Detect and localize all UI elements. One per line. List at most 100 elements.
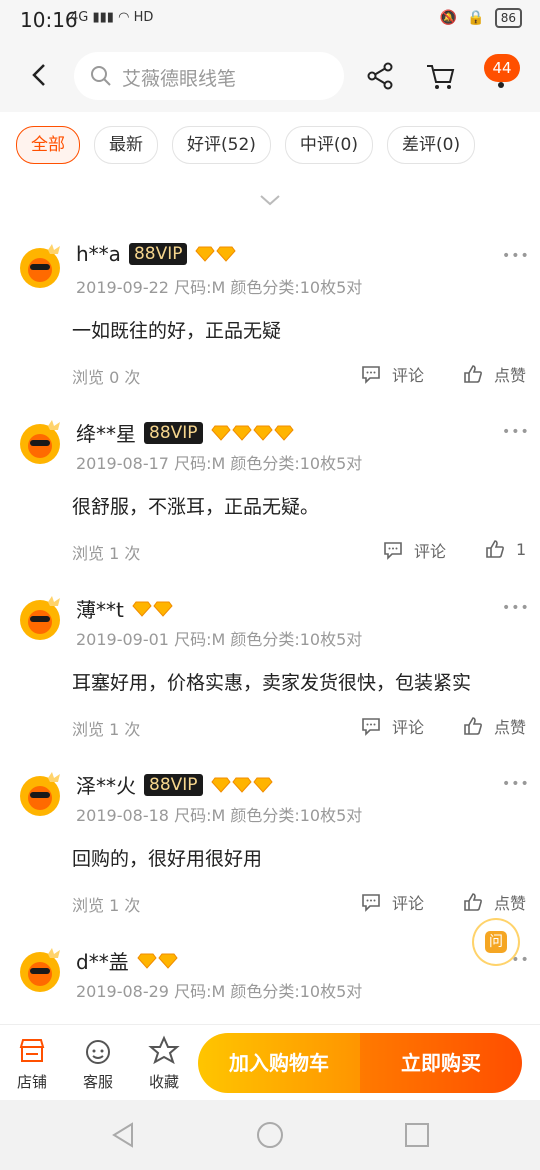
diamond-icon [252,777,273,793]
lock-icon: 🔒 [467,10,485,26]
shop-button[interactable]: 店铺 [2,1035,62,1092]
reviewer-name: 薄**t [76,598,124,622]
reputation-diamonds [132,601,173,617]
reviewer-name-row: 泽**火 88VIP [76,770,273,799]
comment-icon [362,366,380,384]
cart-icon[interactable] [422,58,458,94]
comment-button[interactable]: 评论 [382,538,446,562]
signal-icon: ▮▮▮ [92,10,114,25]
thumbs-up-icon [464,893,482,911]
reviewer-name: 泽**火 [76,774,136,798]
avatar-icon[interactable] [18,418,66,466]
comment-button[interactable]: 评论 [360,890,424,914]
comment-icon [362,894,380,912]
diamond-icon [252,425,273,441]
nav-back-icon[interactable] [108,1120,138,1150]
chevron-down-icon[interactable] [258,192,282,208]
comment-icon [384,542,402,560]
nav-recents-icon[interactable] [402,1120,432,1150]
star-icon [148,1035,180,1065]
search-box[interactable]: 艾薇德眼线笔 [74,52,344,100]
network-type: 4G [70,10,89,25]
buy-now-button[interactable]: 立即购买 [360,1033,522,1093]
more-options-icon[interactable]: ••• [502,600,530,616]
review-item: 绛**星 88VIP ••• 2019-08-17 尺码:M 颜色分类:10枚5对很舒… [0,406,540,582]
diamond-icon [137,953,157,969]
comment-label: 评论 [392,718,425,737]
reputation-diamonds [137,953,178,969]
tab-latest[interactable]: 最新 [94,126,158,164]
like-label: 点赞 [494,894,527,913]
back-icon[interactable] [24,60,54,90]
vip-badge: 88VIP [144,773,203,796]
ask-icon: 问 [485,931,507,953]
view-count: 浏览 1 次 [72,720,141,739]
diamond-icon [210,777,231,793]
view-count: 浏览 1 次 [72,544,141,563]
vip-badge: 88VIP [144,421,203,444]
battery-icon: 86 [494,8,522,28]
reviewer-name-row: d**盖 [76,946,178,975]
status-time: 10:16 [20,8,78,32]
review-content: 回购的，很好用很好用 [72,848,263,870]
favorite-label: 收藏 [148,1073,179,1091]
reputation-diamonds [195,246,237,262]
bottom-action-bar: 店铺 客服 收藏 加入购物车 立即购买 [0,1024,540,1101]
tab-negative[interactable]: 差评(0) [387,126,476,164]
avatar-icon[interactable] [18,594,66,642]
diamond-icon [216,246,237,262]
more-options-icon[interactable]: ••• [502,776,530,792]
like-label: 点赞 [494,718,527,737]
diamond-icon [231,425,252,441]
share-icon[interactable] [362,58,398,94]
more-options-icon[interactable]: ••• [502,424,530,440]
avatar-icon[interactable] [18,770,66,818]
ask-button[interactable]: 问 [472,918,520,966]
favorite-button[interactable]: 收藏 [134,1035,194,1092]
more-options-icon[interactable]: ••• [502,248,530,264]
avatar-icon[interactable] [18,946,66,994]
diamond-icon [210,425,231,441]
shop-icon [19,1039,45,1062]
diamond-icon [158,953,178,969]
add-to-cart-button[interactable]: 加入购物车 [198,1033,360,1093]
like-button[interactable]: 1 [484,538,526,560]
comment-button[interactable]: 评论 [360,714,424,738]
search-placeholder: 艾薇德眼线笔 [122,68,237,90]
diamond-icon [153,601,173,617]
review-content: 很舒服，不涨耳，正品无疑。 [72,496,320,518]
reviewer-name: 绛**星 [76,422,136,446]
more-menu-icon[interactable] [498,82,504,88]
review-meta: 2019-08-17 尺码:M 颜色分类:10枚5对 [76,454,363,473]
reputation-diamonds [210,425,294,441]
like-button[interactable]: 点赞 [462,890,526,914]
reviewer-name-row: 薄**t [76,594,173,623]
nav-home-icon[interactable] [255,1120,285,1150]
like-button[interactable]: 点赞 [462,362,526,386]
reviewer-name-row: h**a 88VIP [76,242,237,266]
reviewer-name: d**盖 [76,950,129,974]
hd-icon: HD [133,10,154,25]
tab-all[interactable]: 全部 [16,126,80,164]
comment-icon [362,718,380,736]
diamond-icon [132,601,152,617]
service-button[interactable]: 客服 [68,1035,128,1092]
like-button[interactable]: 点赞 [462,714,526,738]
comment-button[interactable]: 评论 [360,362,424,386]
shop-label: 店铺 [16,1073,47,1091]
avatar-icon[interactable] [18,242,66,290]
message-badge[interactable]: 44 [484,54,520,82]
tab-positive[interactable]: 好评(52) [172,126,271,164]
mute-icon: 🔕 [439,10,458,26]
service-icon [86,1040,110,1064]
review-filter-tabs: 全部 最新 好评(52) 中评(0) 差评(0) [16,126,476,164]
tab-neutral[interactable]: 中评(0) [284,126,373,164]
service-label: 客服 [82,1073,113,1091]
review-item: h**a 88VIP ••• 2019-09-22 尺码:M 颜色分类:10枚5对 一如… [0,230,540,406]
status-bar: 10:16 4G ▮▮▮ ◠ HD 🔕 🔒 86 [0,0,540,40]
review-meta: 2019-08-29 尺码:M 颜色分类:10枚5对 [76,982,363,1001]
view-count: 浏览 0 次 [72,368,141,387]
review-meta: 2019-09-01 尺码:M 颜色分类:10枚5对 [76,630,363,649]
like-label: 1 [516,539,527,559]
comment-label: 评论 [392,894,425,913]
